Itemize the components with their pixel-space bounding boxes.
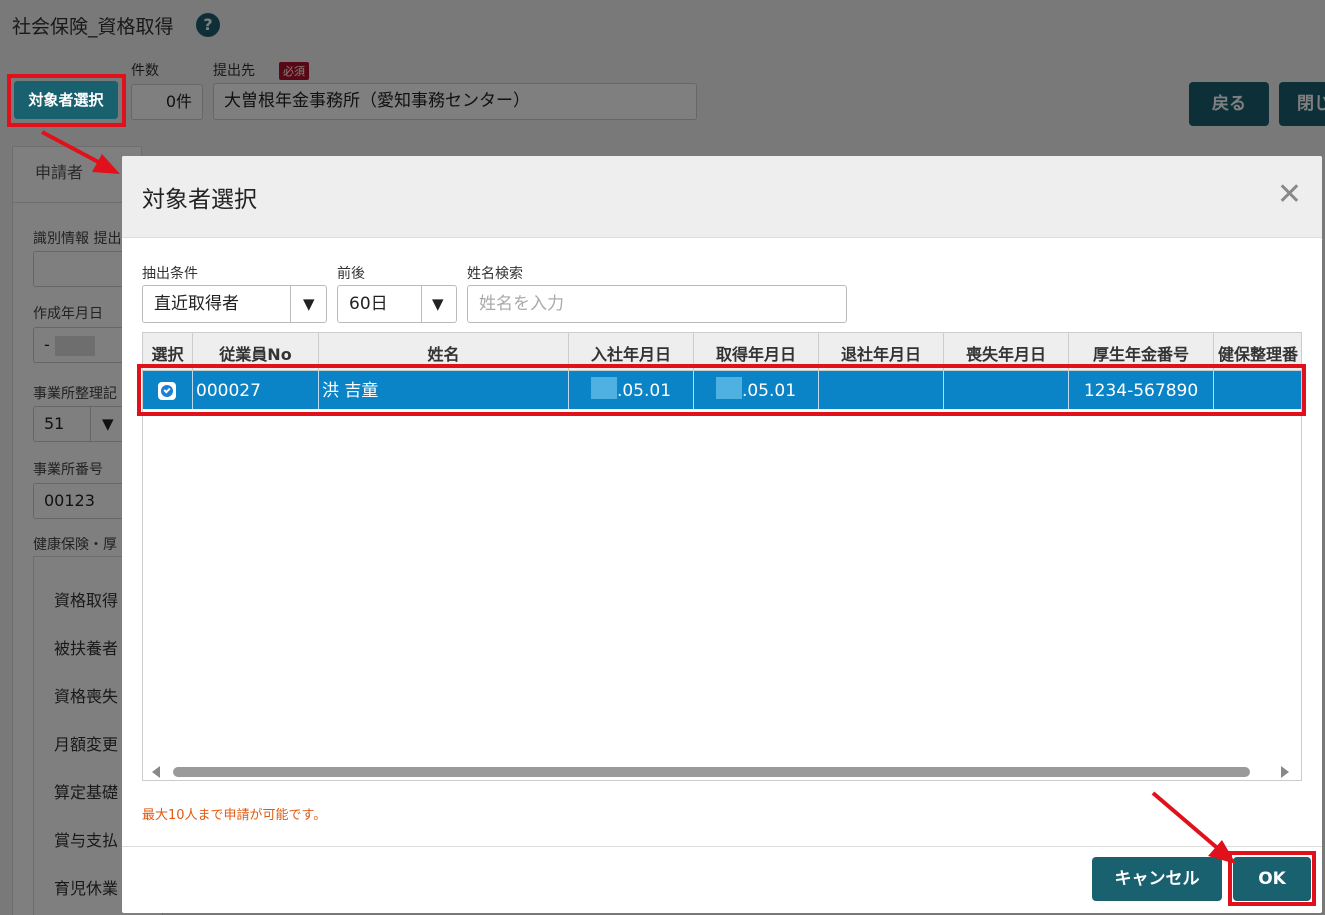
horizontal-scrollbar[interactable] <box>143 763 1301 780</box>
scrollbar-thumb[interactable] <box>173 767 1250 777</box>
highlight-box <box>137 364 1306 416</box>
cancel-button[interactable]: キャンセル <box>1092 857 1222 901</box>
close-x-icon[interactable]: ✕ <box>1277 180 1302 210</box>
name-search-label: 姓名検索 <box>467 266 523 282</box>
name-search-input[interactable]: 姓名を入力 <box>467 285 847 323</box>
chevron-down-icon: ▼ <box>303 295 315 313</box>
select-target-modal: 対象者選択 ✕ 抽出条件 直近取得者 ▼ 前後 60日 ▼ 姓名検索 姓名を入力… <box>122 156 1322 913</box>
filter-select[interactable]: 直近取得者 ▼ <box>142 285 327 323</box>
modal-header: 対象者選択 ✕ <box>122 156 1322 238</box>
modal-title: 対象者選択 <box>142 187 257 213</box>
range-value: 60日 <box>349 294 388 314</box>
range-label: 前後 <box>337 266 365 282</box>
select-divider <box>421 286 422 322</box>
chevron-down-icon: ▼ <box>432 295 444 313</box>
filter-label: 抽出条件 <box>142 266 198 282</box>
highlight-box <box>7 74 126 127</box>
filter-value: 直近取得者 <box>154 294 239 314</box>
scroll-right-icon[interactable] <box>1281 766 1289 778</box>
footer-divider <box>122 846 1322 847</box>
max-selection-note: 最大10人まで申請が可能です。 <box>142 808 327 823</box>
range-select[interactable]: 60日 ▼ <box>337 285 457 323</box>
scroll-left-icon[interactable] <box>152 766 160 778</box>
select-divider <box>290 286 291 322</box>
highlight-box <box>1228 851 1316 906</box>
